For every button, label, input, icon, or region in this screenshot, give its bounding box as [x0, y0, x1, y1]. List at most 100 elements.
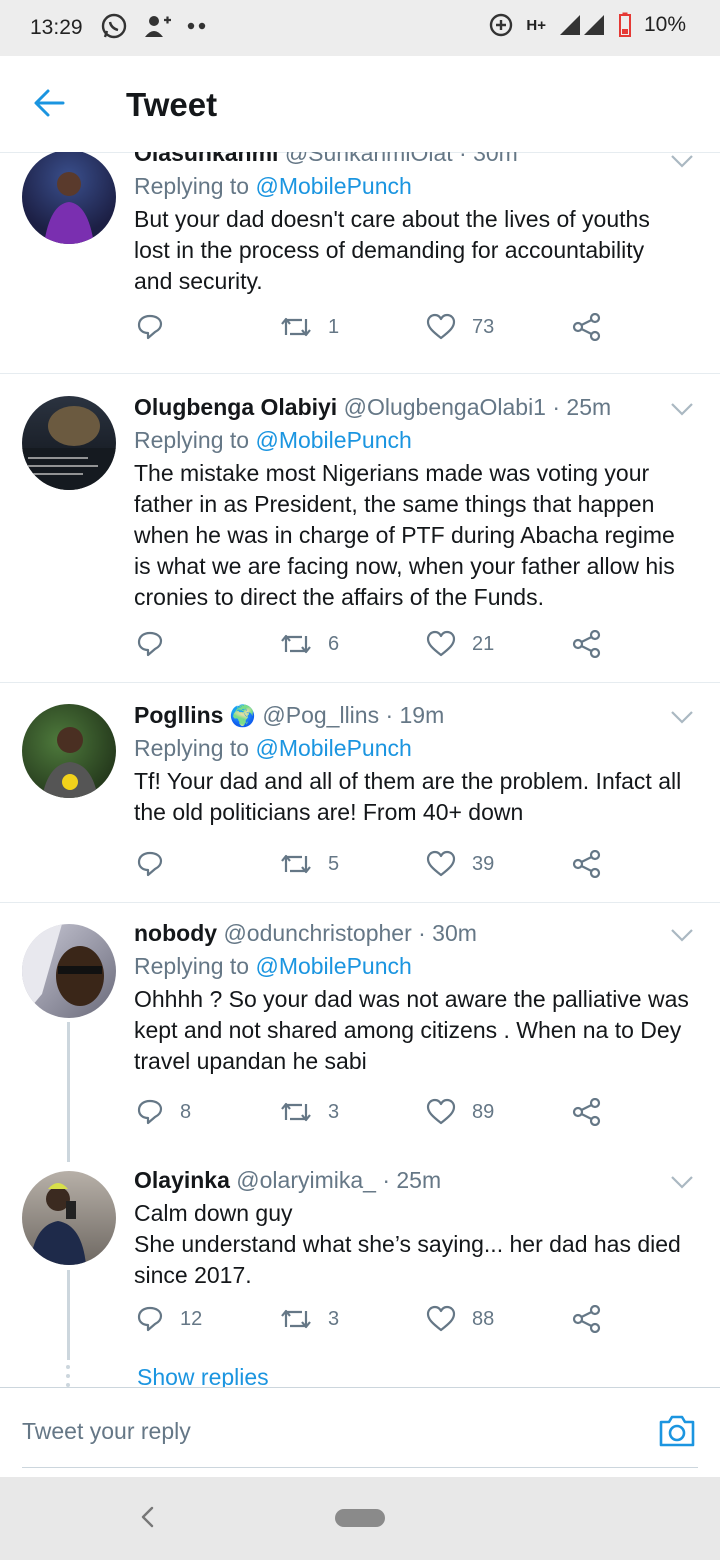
chevron-down-icon[interactable] [670, 710, 694, 724]
heart-icon [426, 630, 456, 657]
replying-label: Replying to [134, 427, 250, 453]
status-time: 13:29 [30, 16, 83, 39]
author-name[interactable]: nobody [134, 920, 217, 946]
tweet-actions: 1 73 [136, 313, 616, 347]
share-button[interactable] [572, 850, 602, 878]
share-button[interactable] [572, 313, 602, 341]
chevron-down-icon[interactable] [670, 154, 694, 168]
reply-count: 8 [180, 1100, 192, 1123]
share-button[interactable] [572, 630, 602, 658]
tweet-text: Calm down guy She understand what she’s … [134, 1200, 681, 1288]
show-replies-link[interactable]: Show replies [137, 1364, 269, 1387]
avatar[interactable] [22, 396, 116, 490]
retweet-button[interactable]: 5 [280, 850, 339, 878]
author-handle[interactable]: @SunkanmiOlat [285, 152, 453, 166]
reply-icon [137, 631, 163, 657]
heart-icon [426, 1098, 456, 1125]
nav-back-icon[interactable] [138, 1505, 156, 1529]
like-count: 88 [472, 1307, 495, 1330]
retweet-icon [281, 634, 311, 654]
reply-button[interactable] [136, 313, 180, 341]
chevron-down-icon[interactable] [670, 1175, 694, 1189]
author-name[interactable]: Pogllins [134, 702, 223, 728]
more-notifications-icon [187, 22, 206, 30]
home-pill[interactable] [335, 1509, 385, 1527]
like-button[interactable]: 73 [426, 313, 494, 341]
author-handle[interactable]: @odunchristopher [223, 920, 411, 946]
tweet-text: The mistake most Nigerians made was voti… [134, 460, 675, 610]
mention-link[interactable]: @MobilePunch [255, 735, 411, 761]
camera-icon[interactable] [658, 1414, 696, 1448]
reply-button[interactable] [136, 630, 180, 658]
retweet-button[interactable]: 1 [280, 313, 339, 341]
reply-button[interactable]: 12 [136, 1305, 202, 1333]
tweet-text: But your dad doesn't care about the live… [134, 206, 650, 294]
avatar[interactable] [22, 1171, 116, 1265]
thread-dots-icon [66, 1365, 70, 1387]
reply-button[interactable]: 8 [136, 1098, 191, 1126]
retweet-count: 3 [328, 1100, 340, 1123]
tweet-actions: 6 21 [136, 630, 616, 664]
back-arrow-icon[interactable] [32, 86, 66, 120]
status-bar: 13:29 H+ 10% [0, 0, 720, 56]
reply-input[interactable]: Tweet your reply [22, 1418, 191, 1445]
tweet-text: Tf! Your dad and all of them are the pro… [134, 768, 682, 825]
battery-icon [618, 12, 631, 37]
reply-count: 12 [180, 1307, 203, 1330]
globe-icon: 🌍 [229, 705, 256, 728]
author-name[interactable]: Olugbenga Olabiyi [134, 394, 337, 420]
tweet-time: · 30m [418, 920, 477, 946]
author-handle[interactable]: @OlugbengaOlabi1 [344, 394, 546, 420]
mention-link[interactable]: @MobilePunch [255, 953, 411, 979]
mention-link[interactable]: @MobilePunch [255, 427, 411, 453]
author-name[interactable]: Olasunkanmi [134, 152, 278, 166]
retweet-button[interactable]: 3 [280, 1098, 339, 1126]
retweet-icon [281, 854, 311, 874]
reply-button[interactable] [136, 850, 180, 878]
author-name[interactable]: Olayinka [134, 1167, 230, 1193]
chevron-down-icon[interactable] [670, 402, 694, 416]
author-handle[interactable]: @olaryimika_ [236, 1167, 376, 1193]
avatar[interactable] [22, 924, 116, 1018]
tweet-item[interactable]: Olasunkanmi @SunkanmiOlat · 30m Replying… [0, 152, 720, 374]
chevron-down-icon[interactable] [670, 928, 694, 942]
replies-feed[interactable]: Olasunkanmi @SunkanmiOlat · 30m Replying… [0, 152, 720, 1387]
tweet-item[interactable]: Olayinka @olaryimika_ · 25m Calm down gu… [0, 1165, 720, 1365]
share-button[interactable] [572, 1305, 602, 1333]
retweet-button[interactable]: 3 [280, 1305, 339, 1333]
battery-level: 10% [643, 13, 686, 36]
like-count: 73 [472, 315, 495, 338]
like-count: 21 [472, 632, 495, 655]
divider [0, 682, 720, 683]
like-button[interactable]: 88 [426, 1305, 494, 1333]
like-button[interactable]: 39 [426, 850, 494, 878]
reply-icon [137, 314, 163, 340]
divider [0, 902, 720, 903]
like-button[interactable]: 89 [426, 1098, 494, 1126]
retweet-icon [281, 317, 311, 337]
tweet-item[interactable]: nobody @odunchristopher · 30m Replying t… [0, 918, 720, 1148]
heart-icon [426, 850, 456, 877]
author-handle[interactable]: @Pog_llins [262, 702, 379, 728]
retweet-count: 1 [328, 315, 340, 338]
tweet-actions: 5 39 [136, 850, 616, 884]
reply-icon [137, 1306, 163, 1332]
tweet-time: · 30m [459, 152, 518, 166]
share-icon [572, 1098, 601, 1126]
avatar[interactable] [22, 704, 116, 798]
page-title: Tweet [126, 86, 218, 123]
share-icon [572, 850, 601, 878]
mention-link[interactable]: @MobilePunch [255, 173, 411, 199]
tweet-item[interactable]: Pogllins 🌍 @Pog_llins · 19m Replying to … [0, 700, 720, 902]
retweet-icon [281, 1309, 311, 1329]
system-nav-bar [0, 1477, 720, 1560]
tweet-time: · 25m [552, 394, 612, 420]
share-button[interactable] [572, 1098, 602, 1126]
avatar[interactable] [22, 152, 116, 244]
tweet-time: · 19m [385, 702, 445, 728]
retweet-button[interactable]: 6 [280, 630, 339, 658]
share-icon [572, 630, 601, 658]
like-button[interactable]: 21 [426, 630, 494, 658]
tweet-item[interactable]: Olugbenga Olabiyi @OlugbengaOlabi1 · 25m… [0, 388, 720, 682]
data-saver-icon [490, 13, 513, 37]
